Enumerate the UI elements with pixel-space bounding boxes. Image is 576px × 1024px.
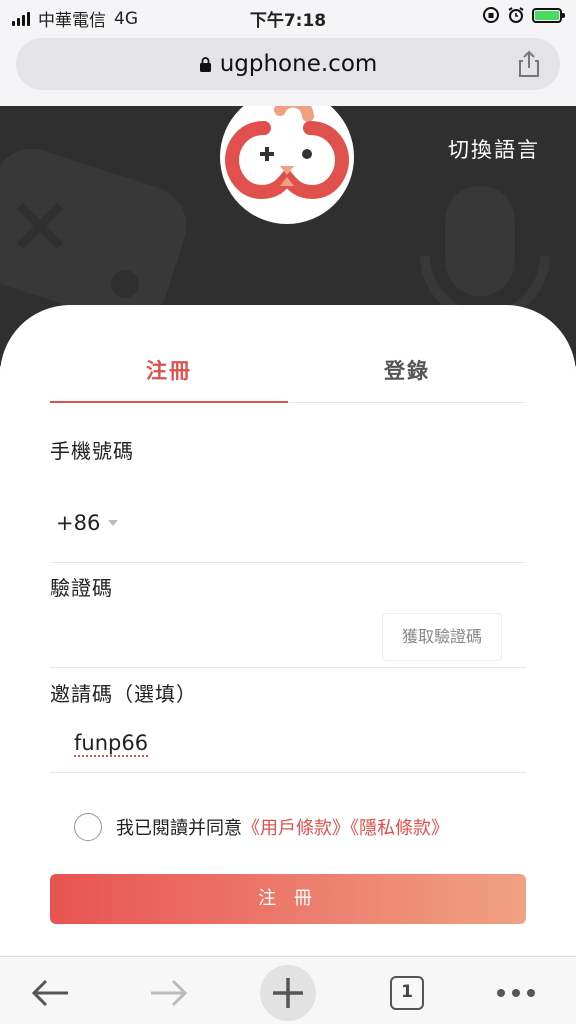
arrow-right-icon <box>151 979 188 1007</box>
new-tab-button[interactable] <box>260 965 316 1021</box>
phone-field[interactable]: +86 <box>50 495 526 563</box>
battery-icon <box>532 7 565 23</box>
browser-toolbar: 1 <box>0 956 576 1024</box>
forward-button[interactable] <box>141 965 197 1021</box>
code-field[interactable]: 獲取驗證碼 <box>50 613 526 668</box>
register-card: 注冊 登錄 手機號碼 +86 驗證碼 獲取驗證碼 邀請碼（選填） funp66 … <box>0 305 576 955</box>
chevron-down-icon <box>108 520 118 526</box>
back-button[interactable] <box>22 965 78 1021</box>
get-code-button[interactable]: 獲取驗證碼 <box>382 613 502 661</box>
register-button[interactable]: 注 冊 <box>50 874 526 924</box>
tabs-button[interactable]: 1 <box>379 965 435 1021</box>
auth-tabs: 注冊 登錄 <box>50 345 526 403</box>
address-bar[interactable]: ugphone.com <box>16 38 560 90</box>
country-code-select[interactable]: +86 <box>56 511 100 535</box>
rotation-lock-icon <box>483 7 499 23</box>
tab-count: 1 <box>390 976 424 1010</box>
agreement-row: 我已閱讀并同意《用戶條款》《隱私條款》 <box>74 813 449 841</box>
active-tab-indicator <box>50 401 288 403</box>
browser-header: ugphone.com <box>0 34 576 106</box>
agree-checkbox[interactable] <box>74 813 102 841</box>
tab-login[interactable]: 登錄 <box>288 355 526 385</box>
plus-icon <box>273 978 303 1008</box>
invite-field[interactable]: funp66 <box>50 717 526 773</box>
status-bar: 中華電信 4G 下午7:18 <box>0 0 576 34</box>
tab-register[interactable]: 注冊 <box>50 355 288 385</box>
arrow-left-icon <box>31 979 68 1007</box>
more-icon <box>497 989 535 997</box>
lock-icon <box>199 57 211 72</box>
url-display[interactable]: ugphone.com <box>16 51 560 77</box>
alarm-icon <box>508 7 524 23</box>
url-text: ugphone.com <box>219 51 378 77</box>
phone-label: 手機號碼 <box>50 439 134 463</box>
language-switch[interactable]: 切換語言 <box>448 134 540 164</box>
code-label: 驗證碼 <box>50 576 113 600</box>
more-button[interactable] <box>488 965 544 1021</box>
invite-label: 邀請碼（選填） <box>50 682 197 706</box>
terms-link[interactable]: 《用戶條款》 <box>242 818 350 839</box>
invite-input[interactable]: funp66 <box>74 731 148 755</box>
logo-mascot-icon <box>224 106 350 200</box>
share-icon[interactable] <box>516 50 542 78</box>
agree-text: 我已閱讀并同意 <box>116 818 242 839</box>
status-right <box>482 6 565 24</box>
privacy-link[interactable]: 《隱私條款》 <box>350 818 449 839</box>
app-logo <box>220 106 354 224</box>
